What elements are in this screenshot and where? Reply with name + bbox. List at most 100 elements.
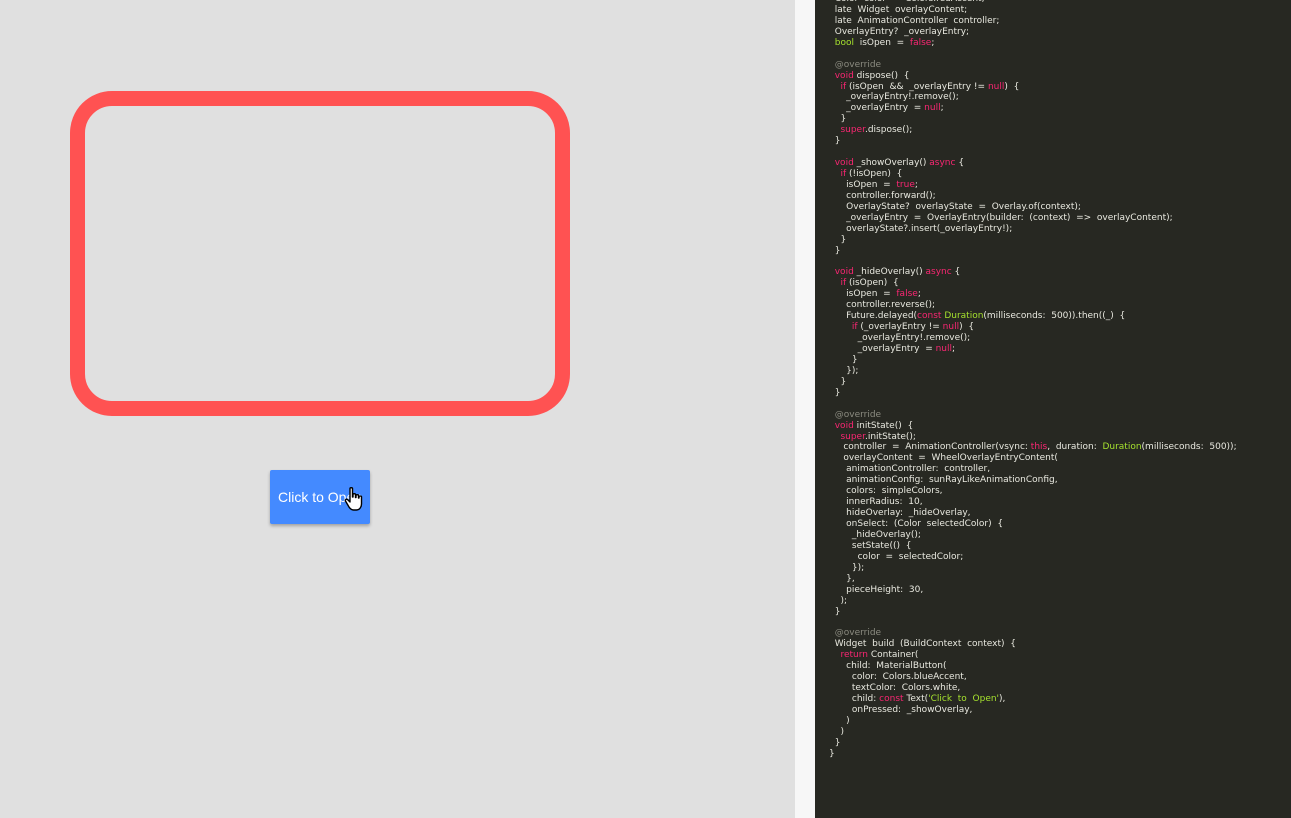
code-line: color = selectedColor; [829, 552, 1237, 563]
code-token: onPressed: _showOverlay, [851, 704, 973, 715]
code-token: (isOpen) { [846, 278, 899, 289]
code-token: ); [840, 595, 847, 606]
code-line: } [829, 749, 1237, 760]
code-token: overlayState?.insert(_overlayEntry!); [846, 223, 1013, 234]
code-token: hideOverlay: _hideOverlay, [846, 508, 971, 519]
code-token: late AnimationController controller; [834, 15, 1000, 26]
code-line: void dispose() { [829, 71, 1237, 82]
code-token: dispose() { [853, 70, 910, 81]
color-preview-box [70, 91, 570, 416]
code-line: } [829, 355, 1237, 366]
hand-pointer-icon [344, 487, 363, 511]
code-line: textColor: Colors.white, [829, 683, 1237, 694]
code-token: textColor: Colors.white, [851, 683, 961, 694]
code-token: super [840, 431, 865, 442]
code-line: OverlayEntry? _overlayEntry; [829, 27, 1237, 38]
code-listing: Color color = Colors.redAccent; late Wid… [829, 0, 1237, 760]
code-token: }); [846, 365, 859, 376]
code-token: setState(() { [851, 540, 912, 551]
code-line: }); [829, 563, 1237, 574]
code-token: ) { [1004, 81, 1020, 92]
code-line: child: MaterialButton( [829, 661, 1237, 672]
code-token: controller.reverse(); [846, 300, 936, 311]
code-token: const [917, 311, 942, 322]
code-token: Duration [1102, 442, 1142, 453]
code-line: } [829, 388, 1237, 399]
code-token: _overlayEntry!.remove(); [846, 92, 959, 103]
code-line: isOpen = true; [829, 180, 1237, 191]
code-line: } [829, 607, 1237, 618]
code-token: } [834, 136, 841, 147]
code-token: void [834, 420, 854, 431]
code-line: innerRadius: 10, [829, 497, 1237, 508]
code-token: @override [834, 409, 882, 420]
code-line: OverlayState? overlayState = Overlay.of(… [829, 202, 1237, 213]
code-line: child: const Text('Click to Open'), [829, 694, 1237, 705]
code-token: @override [834, 628, 882, 639]
code-token: late Widget overlayContent; [834, 4, 968, 15]
code-line: setState(() { [829, 541, 1237, 552]
code-token: null [942, 322, 960, 333]
code-token: Widget build (BuildContext context) { [834, 639, 1016, 650]
code-token: Duration [944, 311, 984, 322]
code-token: } [851, 354, 858, 365]
code-token: colors: simpleColors, [846, 486, 943, 497]
code-token: _hideOverlay(); [851, 529, 921, 540]
code-token: animationConfig: sunRayLikeAnimationConf… [846, 475, 1058, 486]
code-token: } [840, 376, 847, 387]
code-token: _overlayEntry = OverlayEntry(builder: (c… [846, 212, 1173, 223]
code-line: overlayContent = WheelOverlayEntryConten… [829, 453, 1237, 464]
code-token: (milliseconds: 500)).then((_) { [983, 311, 1126, 322]
code-token: pieceHeight: 30, [846, 584, 924, 595]
code-token: .dispose(); [864, 125, 913, 136]
code-line: ); [829, 596, 1237, 607]
code-token: ; [952, 344, 956, 354]
code-token: true [896, 179, 915, 190]
code-token: }); [851, 562, 865, 573]
code-line: _overlayEntry!.remove(); [829, 333, 1237, 344]
code-line: } [829, 377, 1237, 388]
app-preview-pane: Click to Open [0, 0, 795, 818]
code-token: const [879, 694, 904, 704]
code-token: 'Click to Open' [928, 694, 1000, 704]
code-line: super.dispose(); [829, 125, 1237, 136]
code-token: _overlayEntry = [846, 103, 925, 114]
code-token: child: [851, 694, 880, 704]
code-token: .initState(); [864, 431, 916, 442]
code-token: null [987, 81, 1005, 92]
code-line: isOpen = false; [829, 289, 1237, 300]
code-line: } [829, 136, 1237, 147]
code-token: } [834, 245, 841, 256]
code-token: OverlayState? overlayState = Overlay.of(… [846, 201, 1081, 212]
code-token: } [834, 387, 841, 398]
code-token: void [834, 158, 854, 169]
code-line: @override [829, 60, 1237, 71]
code-token: ; [914, 179, 918, 190]
code-token: bool [834, 37, 854, 48]
code-line: onSelect: (Color selectedColor) { [829, 519, 1237, 530]
code-line: colors: simpleColors, [829, 486, 1237, 497]
code-editor: Color color = Colors.redAccent; late Wid… [815, 0, 1291, 818]
code-line: animationController: controller, [829, 464, 1237, 475]
code-line: super.initState(); [829, 432, 1237, 443]
code-line: if (isOpen && _overlayEntry != null) { [829, 82, 1237, 93]
code-line: _hideOverlay(); [829, 530, 1237, 541]
code-token: color = selectedColor; [857, 551, 964, 562]
code-token: _overlayEntry = [857, 344, 936, 354]
code-line: controller.reverse(); [829, 300, 1237, 311]
code-token: { [955, 158, 965, 169]
code-line: onPressed: _showOverlay, [829, 705, 1237, 716]
code-line: ) [829, 716, 1237, 727]
code-line: hideOverlay: _hideOverlay, [829, 508, 1237, 519]
code-token: Future.delayed( [846, 311, 918, 322]
code-token: (!isOpen) { [846, 169, 903, 179]
code-token: ) { [959, 322, 975, 333]
code-line: color: Colors.blueAccent, [829, 672, 1237, 683]
code-line: } [829, 235, 1237, 246]
code-token: } [840, 114, 847, 125]
code-token: _showOverlay() [853, 158, 930, 169]
